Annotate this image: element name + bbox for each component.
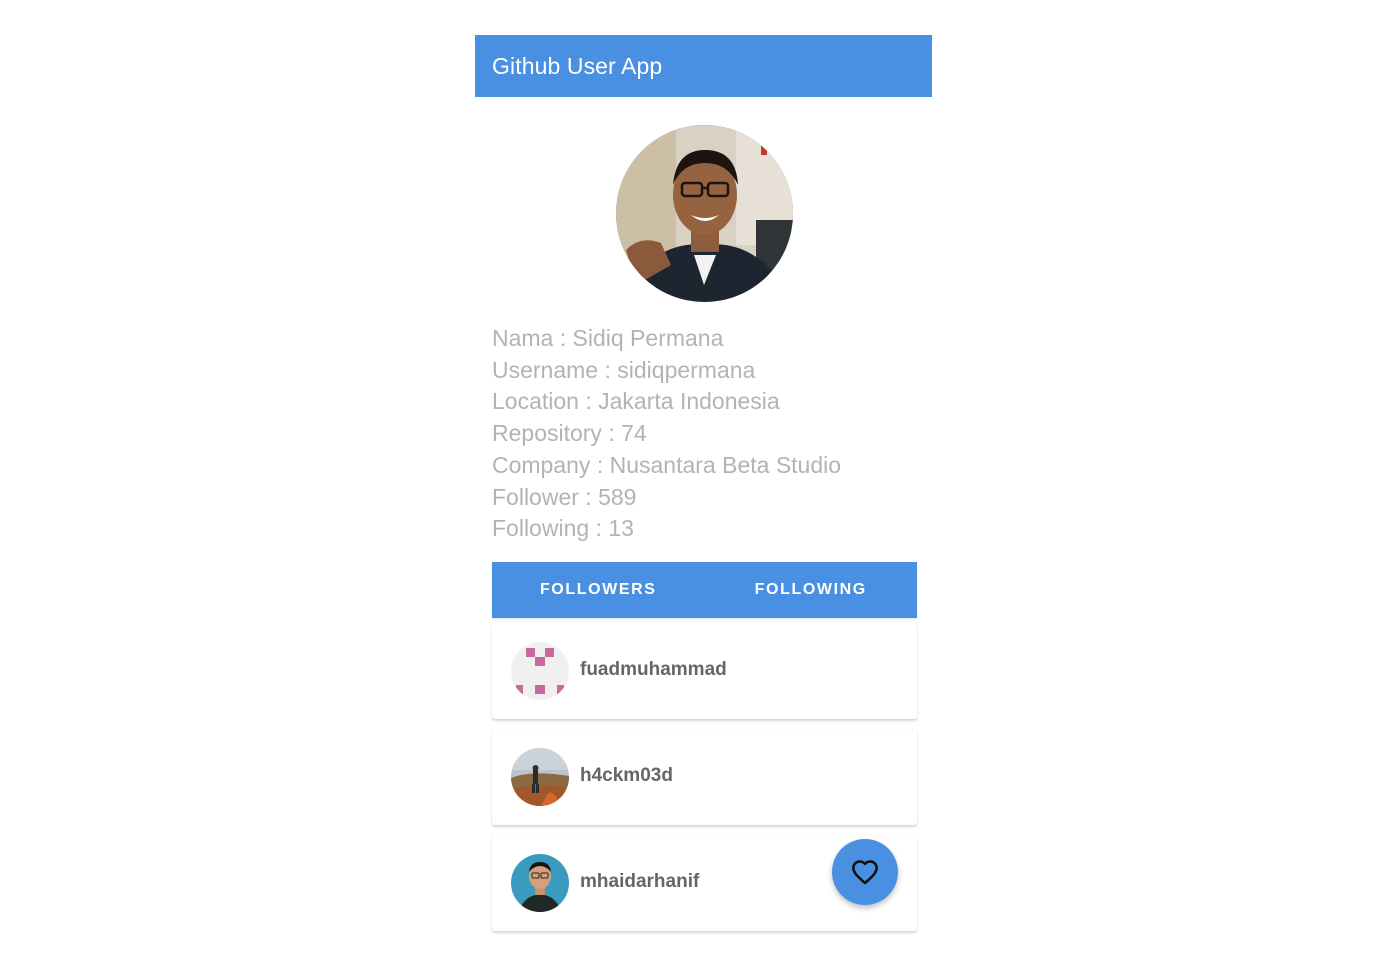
user-name: h4ckm03d	[580, 765, 673, 786]
tab-followers[interactable]: FOLLOWERS	[492, 562, 705, 618]
tab-following[interactable]: FOLLOWING	[705, 562, 918, 618]
app-screen: Github User App Nama : Sidiq Permana Use…	[475, 35, 932, 935]
app-title: Github User App	[492, 52, 663, 79]
person-avatar-icon	[511, 854, 569, 912]
list-item[interactable]: fuadmuhammad	[492, 623, 917, 719]
user-name: mhaidarhanif	[580, 871, 700, 892]
detail-following: Following : 13	[492, 515, 634, 542]
profile-avatar	[616, 125, 793, 302]
heart-outline-icon	[852, 860, 878, 885]
app-bar: Github User App	[475, 35, 932, 97]
profile-details: Nama : Sidiq Permana Username : sidiqper…	[492, 323, 912, 545]
identicon-avatar-icon	[511, 642, 569, 700]
tab-bar: FOLLOWERS FOLLOWING	[492, 562, 917, 618]
favorite-button[interactable]	[832, 839, 898, 905]
user-name: fuadmuhammad	[580, 659, 727, 680]
detail-username: Username : sidiqpermana	[492, 356, 756, 383]
list-item[interactable]: h4ckm03d	[492, 729, 917, 825]
detail-location: Location : Jakarta Indonesia	[492, 388, 780, 415]
detail-name: Nama : Sidiq Permana	[492, 325, 724, 351]
profile-photo-icon	[616, 125, 793, 302]
detail-company: Company : Nusantara Beta Studio	[492, 451, 842, 478]
detail-repository: Repository : 74	[492, 420, 647, 447]
detail-follower: Follower : 589	[492, 483, 637, 510]
landscape-avatar-icon	[511, 748, 569, 806]
